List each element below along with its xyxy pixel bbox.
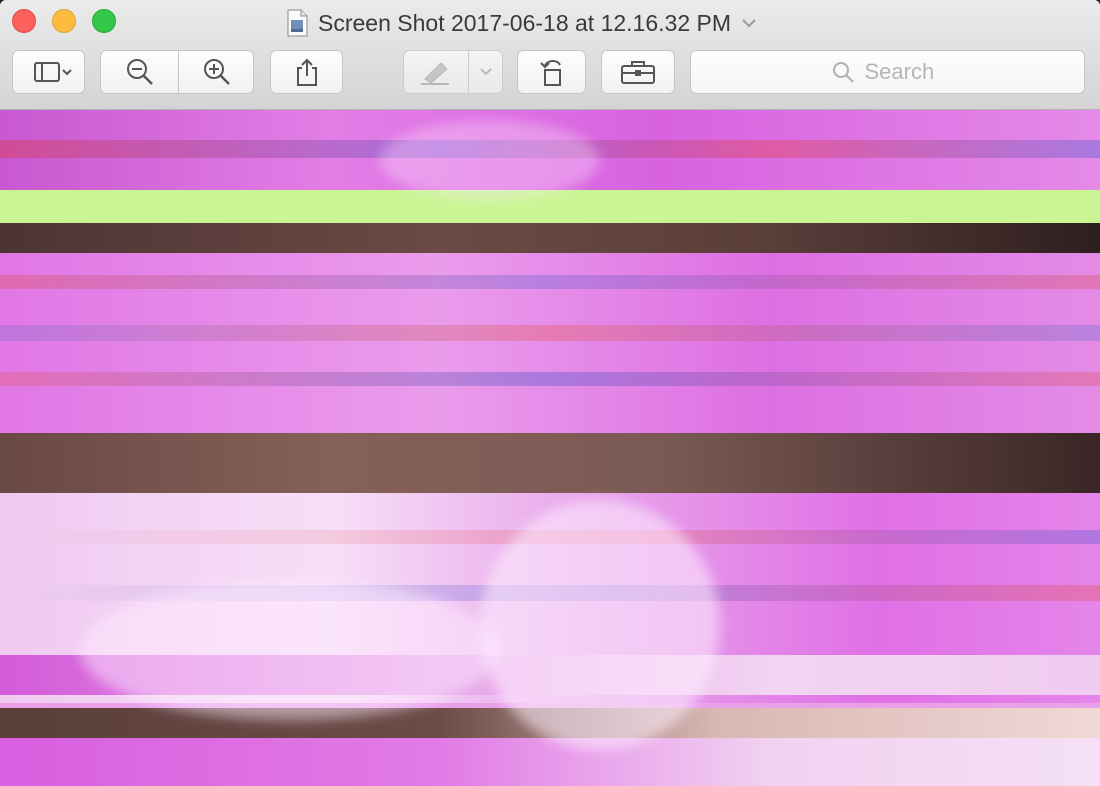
search-field[interactable] [690, 50, 1085, 94]
zoom-out-icon [126, 59, 153, 85]
rotate-left-icon [539, 60, 561, 86]
chevron-down-icon [480, 68, 492, 76]
window-title: Screen Shot 2017-06-18 at 12.16.32 PM [318, 9, 732, 36]
zoom-out-button[interactable] [101, 51, 178, 93]
document-icon [287, 9, 308, 37]
title-toolbar-bar: Screen Shot 2017-06-18 at 12.16.32 PM [0, 0, 1100, 110]
markup-toolbar-button[interactable] [601, 50, 675, 94]
zoom-control [100, 50, 254, 94]
markup-button[interactable] [404, 51, 468, 93]
zoom-in-icon [203, 59, 230, 85]
sidebar-icon [33, 62, 72, 82]
markup-control [403, 50, 503, 94]
markup-menu-button[interactable] [469, 51, 503, 93]
zoom-button[interactable] [92, 9, 116, 33]
rotate-button[interactable] [517, 50, 586, 94]
search-icon [832, 62, 854, 83]
minimize-button[interactable] [52, 9, 76, 33]
window-title-area[interactable]: Screen Shot 2017-06-18 at 12.16.32 PM [286, 6, 757, 40]
pen-icon [421, 62, 449, 85]
document-image [0, 110, 1100, 786]
share-button[interactable] [270, 50, 343, 94]
preview-window: Screen Shot 2017-06-18 at 12.16.32 PM [0, 0, 1100, 786]
chevron-down-icon[interactable] [741, 17, 757, 29]
toolbox-icon [621, 61, 655, 84]
share-icon [296, 58, 317, 86]
zoom-in-button[interactable] [179, 51, 254, 93]
sidebar-view-button[interactable] [12, 50, 85, 94]
search-input[interactable] [864, 59, 945, 85]
close-button[interactable] [12, 9, 36, 33]
